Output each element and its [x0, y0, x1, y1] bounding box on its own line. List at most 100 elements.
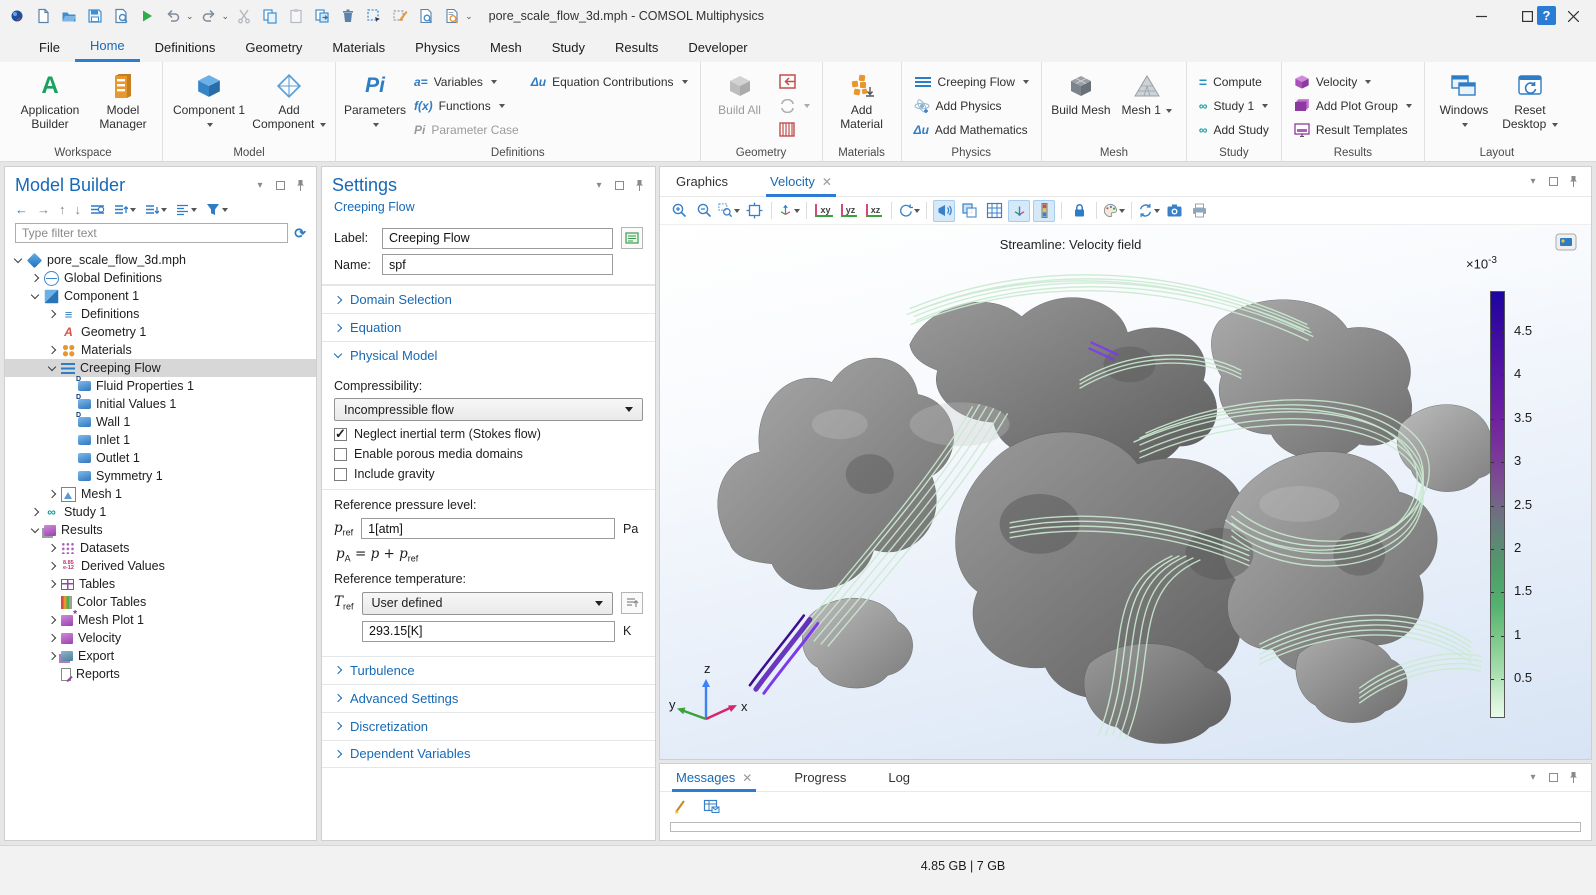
zoom-in-icon[interactable]: [668, 200, 690, 222]
section-domain-selection[interactable]: Domain Selection: [322, 285, 655, 313]
refresh-icon[interactable]: ⟳: [294, 225, 306, 242]
model-manager-button[interactable]: Model Manager: [92, 67, 154, 131]
tree-item-symmetry-1[interactable]: Symmetry 1: [5, 467, 316, 485]
graphics-viewport[interactable]: Streamline: Velocity field ×10-3 4.543.5…: [660, 225, 1591, 759]
functions-button[interactable]: f(x)Functions: [410, 94, 523, 117]
transparency-icon[interactable]: [958, 200, 980, 222]
print-icon[interactable]: [1188, 200, 1210, 222]
velocity-plot-button[interactable]: Velocity: [1290, 70, 1416, 93]
component-1-button[interactable]: Component 1: [171, 67, 247, 131]
equation-contributions-button[interactable]: ΔuEquation Contributions: [527, 70, 692, 93]
tree-item-materials[interactable]: Materials: [5, 341, 316, 359]
include-gravity-checkbox[interactable]: Include gravity: [334, 467, 643, 481]
tree-item-derived-values[interactable]: 8.85 e-12Derived Values: [5, 557, 316, 575]
panel-menu-chevron-icon[interactable]: ▾: [1527, 176, 1539, 188]
menu-results[interactable]: Results: [600, 32, 673, 62]
open-file-icon[interactable]: [58, 5, 80, 27]
build-all-button[interactable]: Build All: [709, 67, 771, 118]
reset-desktop-button[interactable]: Reset Desktop: [1499, 67, 1561, 131]
grid-icon[interactable]: [983, 200, 1005, 222]
panel-menu-chevron-icon[interactable]: ▾: [254, 180, 266, 192]
zoom-selected-icon[interactable]: [415, 5, 437, 27]
tree-item-datasets[interactable]: Datasets: [5, 539, 316, 557]
rebuild-button[interactable]: [775, 94, 814, 117]
menu-definitions[interactable]: Definitions: [140, 32, 231, 62]
minimize-button[interactable]: [1458, 0, 1504, 32]
run-icon[interactable]: [136, 5, 158, 27]
tab-messages[interactable]: Messages✕: [672, 764, 756, 792]
tree-item-wall-1[interactable]: Wall 1: [5, 413, 316, 431]
move-up-icon[interactable]: ↑: [59, 202, 66, 217]
menu-study[interactable]: Study: [537, 32, 600, 62]
view-xy-icon[interactable]: xy: [813, 200, 835, 222]
move-down-icon[interactable]: ↓: [75, 202, 82, 217]
clear-messages-icon[interactable]: [670, 795, 692, 817]
tree-expander-icon[interactable]: [30, 274, 38, 282]
tree-item-reports[interactable]: Reports: [5, 665, 316, 683]
tree-item-component-1[interactable]: Component 1: [5, 287, 316, 305]
tree-item-velocity[interactable]: Velocity: [5, 629, 316, 647]
section-turbulence[interactable]: Turbulence: [322, 656, 655, 684]
ref-temperature-input[interactable]: [362, 621, 615, 642]
close-button[interactable]: [1550, 0, 1596, 32]
message-table-icon[interactable]: [700, 795, 722, 817]
menu-home[interactable]: Home: [75, 32, 140, 62]
ref-temperature-select[interactable]: User defined: [362, 592, 613, 615]
ref-pressure-input[interactable]: [361, 518, 615, 539]
rotate-icon[interactable]: [898, 200, 920, 222]
undo-icon[interactable]: [162, 5, 184, 27]
tree-expander-icon[interactable]: [30, 508, 38, 516]
duplicate-icon[interactable]: [311, 5, 333, 27]
show-axis-orientation-icon[interactable]: [1008, 200, 1030, 222]
panel-pin-icon[interactable]: [1567, 772, 1579, 784]
tree-item-global-definitions[interactable]: Global Definitions: [5, 269, 316, 287]
study-1-button[interactable]: ∞Study 1: [1195, 94, 1273, 117]
copy-icon[interactable]: [259, 5, 281, 27]
virtual-operations-button[interactable]: [775, 118, 814, 141]
tree-expander-icon[interactable]: [47, 562, 55, 570]
section-physical-model[interactable]: Physical Model: [322, 341, 655, 369]
filter-icon[interactable]: [206, 203, 228, 216]
section-discretization[interactable]: Discretization: [322, 712, 655, 740]
show-options-icon[interactable]: [90, 204, 105, 215]
redo-chevron-icon[interactable]: ⌄: [222, 11, 230, 22]
tree-item-color-tables[interactable]: Color Tables: [5, 593, 316, 611]
save-icon[interactable]: [84, 5, 106, 27]
back-icon[interactable]: ←: [15, 202, 28, 217]
zoom-box-icon[interactable]: [718, 200, 740, 222]
tree-expander-icon[interactable]: [47, 580, 55, 588]
add-plot-group-button[interactable]: Add Plot Group: [1290, 94, 1416, 117]
select-box-icon[interactable]: [363, 5, 385, 27]
tree-item-export[interactable]: Export: [5, 647, 316, 665]
tree-expander-icon[interactable]: [47, 490, 55, 498]
zoom-all-icon[interactable]: [441, 5, 463, 27]
tree-item-study-1[interactable]: ∞Study 1: [5, 503, 316, 521]
menu-physics[interactable]: Physics: [400, 32, 475, 62]
parameters-button[interactable]: Pi Parameters: [344, 67, 406, 131]
tree-item-results[interactable]: Results: [5, 521, 316, 539]
name-input[interactable]: [382, 254, 613, 275]
show-color-legend-icon[interactable]: [1033, 200, 1055, 222]
tree-item-geometry-1[interactable]: AGeometry 1: [5, 323, 316, 341]
tree-expander-icon[interactable]: [47, 652, 55, 660]
help-button[interactable]: ?: [1537, 6, 1556, 25]
collapse-all-icon[interactable]: [114, 204, 136, 216]
section-advanced-settings[interactable]: Advanced Settings: [322, 684, 655, 712]
tree-item-inlet-1[interactable]: Inlet 1: [5, 431, 316, 449]
tree-expander-icon[interactable]: [47, 544, 55, 552]
forward-icon[interactable]: →: [37, 202, 50, 217]
plot-image-button[interactable]: [1555, 233, 1577, 254]
windows-button[interactable]: Windows: [1433, 67, 1495, 131]
tree-item-definitions[interactable]: ≡Definitions: [5, 305, 316, 323]
tree-item-mesh-plot-1[interactable]: Mesh Plot 1: [5, 611, 316, 629]
go-to-view-icon[interactable]: [778, 200, 800, 222]
panel-float-icon[interactable]: [1547, 176, 1559, 188]
view-yz-icon[interactable]: yz: [838, 200, 860, 222]
lock-view-icon[interactable]: [1068, 200, 1090, 222]
tree-item-creeping-flow[interactable]: Creeping Flow: [5, 359, 316, 377]
clear-selection-icon[interactable]: [389, 5, 411, 27]
add-component-button[interactable]: Add Component: [251, 67, 327, 131]
panel-pin-icon[interactable]: [633, 180, 645, 192]
tab-velocity[interactable]: Velocity✕: [766, 167, 836, 197]
neglect-inertial-checkbox[interactable]: Neglect inertial term (Stokes flow): [334, 427, 643, 441]
